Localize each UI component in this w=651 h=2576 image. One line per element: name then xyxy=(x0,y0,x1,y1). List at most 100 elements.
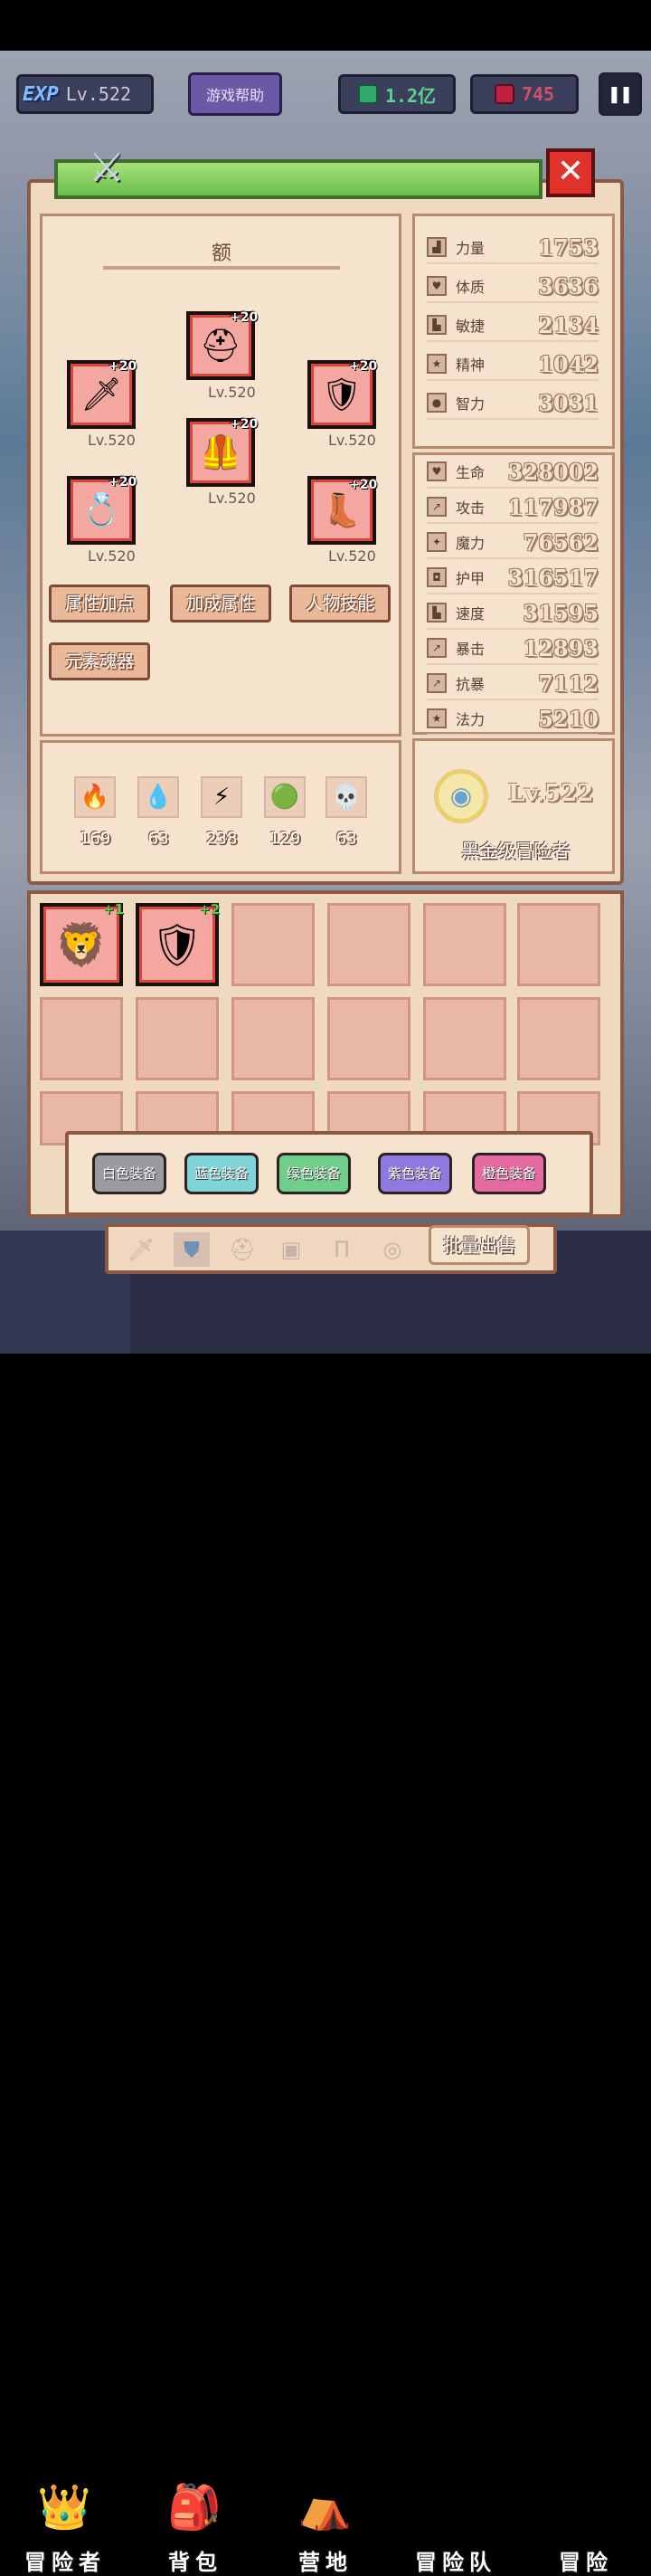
slot-plus: +20 xyxy=(108,475,137,490)
armor-tab-icon[interactable]: ▣ xyxy=(273,1232,309,1267)
slot-plus: +20 xyxy=(349,478,378,492)
bag-icon: 🎒 xyxy=(167,2482,222,2533)
heart-icon: ♥ xyxy=(427,276,447,296)
stat-label: 速度 xyxy=(456,605,486,623)
earth-value: 129 xyxy=(269,829,301,848)
element-soul-button[interactable]: 元素魂器 xyxy=(49,642,150,680)
stat-value: 316517 xyxy=(507,564,599,591)
stat-value: 328002 xyxy=(507,458,599,485)
stat-label: 敏捷 xyxy=(456,318,486,335)
attribute-points-button[interactable]: 属性加点 xyxy=(49,585,150,623)
inventory-slot[interactable] xyxy=(327,997,410,1080)
bulk-sell-button[interactable]: 批量出售 xyxy=(429,1225,530,1265)
nav-label: 营地 xyxy=(298,2550,353,2575)
inventory-slot[interactable] xyxy=(517,903,600,986)
game-help-button[interactable]: 游戏帮助 xyxy=(188,72,282,116)
inventory-slot[interactable] xyxy=(517,997,600,1080)
brain-icon: ● xyxy=(427,393,447,413)
inventory-slot[interactable] xyxy=(136,997,219,1080)
crit-resist-icon: ↗ xyxy=(427,673,447,693)
stat-value: 117987 xyxy=(507,493,599,520)
bonus-attributes-button[interactable]: 加成属性 xyxy=(170,585,271,623)
heart-icon: ♥ xyxy=(427,461,447,481)
sword-tab-icon[interactable]: 🗡 xyxy=(123,1232,159,1267)
stat-row: ↗ 暴击 12893 xyxy=(427,632,599,665)
shield-icon: 🛡 xyxy=(321,376,363,413)
ruby-icon xyxy=(494,84,514,104)
ruby-count: 745 xyxy=(521,83,555,105)
character-skills-button[interactable]: 人物技能 xyxy=(289,585,391,623)
stat-label: 智力 xyxy=(456,395,486,413)
inventory-slot[interactable] xyxy=(40,997,123,1080)
shield-tab-icon[interactable]: ⛊ xyxy=(174,1232,210,1267)
filter-purple-button[interactable]: 紫色装备 xyxy=(378,1153,452,1194)
nav-label: 冒险者 xyxy=(24,2550,106,2575)
mana-icon: ★ xyxy=(427,708,447,728)
slot-plus: +20 xyxy=(230,310,259,325)
slot-level: Lv.520 xyxy=(208,490,256,507)
level-display: EXP Lv.522 xyxy=(16,74,154,114)
nav-label: 背包 xyxy=(168,2550,222,2575)
ring-tab-icon[interactable]: ◎ xyxy=(374,1232,410,1267)
filter-blue-button[interactable]: 蓝色装备 xyxy=(184,1153,259,1194)
stat-label: 体质 xyxy=(456,279,486,296)
stat-row: ★ 法力 5210 xyxy=(427,703,599,736)
water-icon: 💧 xyxy=(137,776,179,818)
pause-button[interactable]: ❚❚ xyxy=(599,72,642,116)
stat-value: 1753 xyxy=(538,233,599,261)
rank-title: 黑金级冒险者 xyxy=(461,840,570,861)
water-value: 63 xyxy=(147,829,169,848)
stat-value: 7112 xyxy=(538,670,599,697)
stat-row: ★ 精神 1042 xyxy=(427,348,599,381)
helmet-icon: ⛑ xyxy=(200,328,241,365)
nav-label: 冒险 xyxy=(559,2550,613,2575)
filter-green-button[interactable]: 绿色装备 xyxy=(277,1153,351,1194)
stat-row: ◘ 护甲 316517 xyxy=(427,562,599,594)
stat-row: ● 智力 3031 xyxy=(427,387,599,420)
stat-value: 2134 xyxy=(538,311,599,338)
inventory-slot[interactable] xyxy=(231,903,315,986)
inventory-slot[interactable] xyxy=(423,903,506,986)
boots-icon: 👢 xyxy=(321,492,363,529)
stat-label: 精神 xyxy=(456,356,486,374)
stat-value: 3636 xyxy=(538,272,599,299)
rank-level: Lv.522 xyxy=(508,780,594,807)
equipment-title: 额 xyxy=(211,242,231,265)
crossed-swords-icon: ⚔ xyxy=(89,145,125,191)
nav-label: 冒险队 xyxy=(415,2550,496,2575)
slot-level: Lv.520 xyxy=(88,547,136,565)
earth-icon: 🟢 xyxy=(264,776,306,818)
armor-stat-icon: ◘ xyxy=(427,567,447,587)
lightning-icon: ⚡ xyxy=(201,776,242,818)
fire-icon: 🔥 xyxy=(74,776,116,818)
helmet-tab-icon[interactable]: ⛑ xyxy=(224,1232,260,1267)
slot-level: Lv.520 xyxy=(328,432,376,449)
armor-icon: 🦺 xyxy=(200,434,241,471)
stat-row: ♥ 体质 3636 xyxy=(427,271,599,303)
stat-label: 生命 xyxy=(456,464,486,481)
crown-icon: 👑 xyxy=(37,2482,91,2533)
stat-label: 法力 xyxy=(456,711,486,728)
pants-tab-icon[interactable]: Π xyxy=(324,1232,360,1267)
close-button[interactable]: ✕ xyxy=(546,148,595,197)
rank-emblem-icon: ◉ xyxy=(434,769,488,823)
stat-value: 76562 xyxy=(523,528,599,556)
filter-white-button[interactable]: 白色装备 xyxy=(92,1153,166,1194)
stat-value: 5210 xyxy=(538,705,599,732)
inventory-slot[interactable] xyxy=(231,997,315,1080)
inventory-slot[interactable] xyxy=(327,903,410,986)
dagger-icon: 🗡 xyxy=(557,2482,613,2533)
dark-shield-icon: 🛡 xyxy=(150,919,204,969)
filter-orange-button[interactable]: 橙色装备 xyxy=(472,1153,546,1194)
stat-row: ▟ 力量 1753 xyxy=(427,232,599,264)
stat-label: 抗暴 xyxy=(456,676,486,693)
close-icon: ✕ xyxy=(556,153,585,190)
slot-level: Lv.520 xyxy=(328,547,376,565)
magic-icon: ✦ xyxy=(427,532,447,552)
sword-icon: 🗡 xyxy=(80,376,122,413)
stat-row: ↗ 攻击 117987 xyxy=(427,491,599,524)
inventory-slot[interactable] xyxy=(423,997,506,1080)
stat-row: ↗ 抗暴 7112 xyxy=(427,668,599,700)
divider xyxy=(103,266,340,270)
stat-label: 魔力 xyxy=(456,535,486,552)
